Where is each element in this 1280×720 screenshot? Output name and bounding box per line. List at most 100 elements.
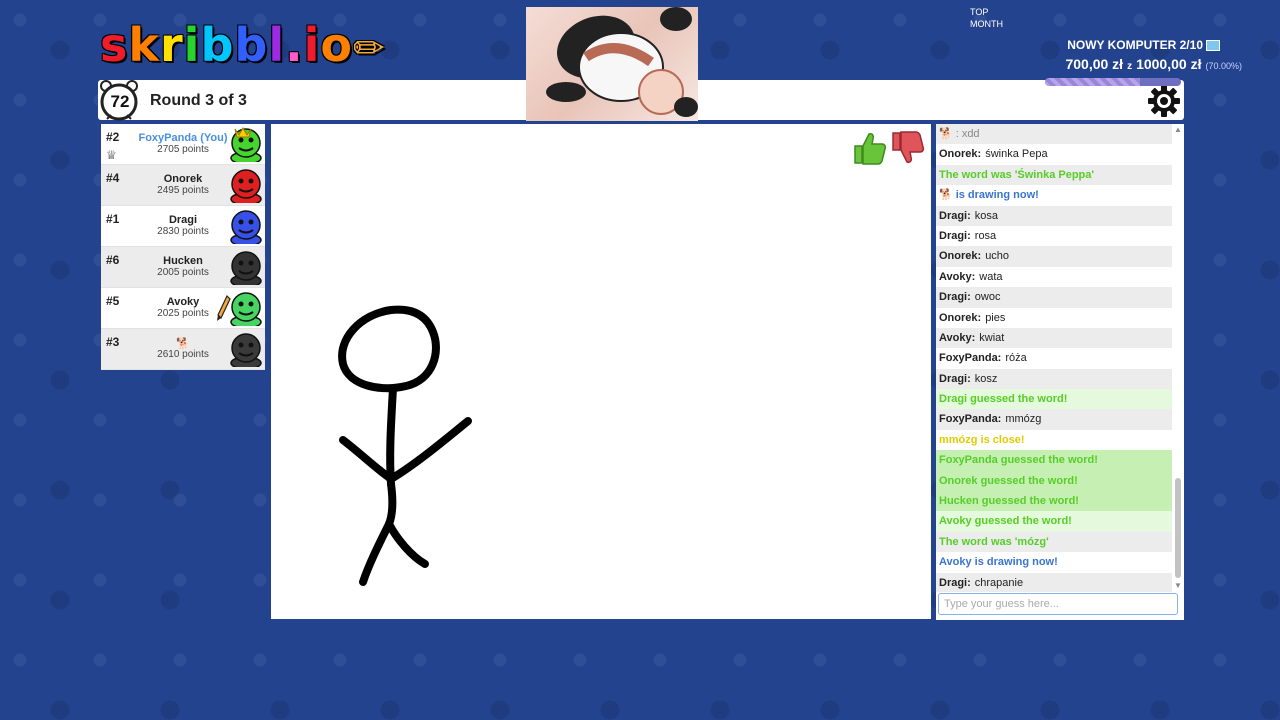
- scrollbar-thumb[interactable]: [1175, 478, 1181, 578]
- chat-text: pies: [985, 311, 1006, 324]
- chat-message: The word was 'mózg': [936, 531, 1172, 553]
- thumbs-up-icon[interactable]: [851, 130, 887, 166]
- chat-author: Dragi:: [939, 209, 971, 222]
- chat-message: Avoky: kwiat: [936, 327, 1172, 349]
- player-points: 2495 points: [157, 185, 209, 196]
- chat-panel: 🐕: xdd Onorek: świnka Pepa The word was 'Św…: [936, 124, 1184, 620]
- monitor-icon: [1206, 40, 1220, 52]
- logo-letter: i: [303, 18, 321, 72]
- goal-target: 1000,00 zł: [1136, 56, 1202, 72]
- logo-letter: i: [183, 18, 201, 72]
- player-name: FoxyPanda (You): [138, 132, 228, 144]
- chat-message: Avoky is drawing now!: [936, 552, 1172, 572]
- chat-text: The word was 'mózg': [939, 535, 1049, 548]
- chat-message: FoxyPanda: mmózg: [936, 409, 1172, 430]
- chat-author: Avoky:: [939, 331, 976, 344]
- chat-author: Onorek:: [939, 250, 982, 263]
- chat-text: chrapanie: [974, 576, 1024, 589]
- streamer-webcam: [526, 7, 698, 121]
- chat-message: 🐕: xdd: [936, 124, 1172, 145]
- logo-letter: s: [100, 18, 129, 72]
- drawing-canvas[interactable]: [271, 124, 931, 619]
- player-row[interactable]: #6 Hucken 2005 points: [101, 247, 265, 288]
- chat-text: : xdd: [955, 128, 980, 140]
- player-row[interactable]: #2 ♕ FoxyPanda (You) 2705 points: [101, 124, 265, 165]
- chat-message: Dragi: rosa: [936, 226, 1172, 246]
- webcam-image: [546, 7, 698, 117]
- player-rank: #4: [106, 171, 120, 185]
- stick-figure-drawing: [338, 305, 472, 586]
- round-timer: 72: [110, 92, 130, 111]
- player-row[interactable]: #1 Dragi 2830 points: [101, 206, 265, 247]
- player-points: 2610 points: [157, 349, 209, 360]
- chat-message: Dragi: kosa: [936, 205, 1172, 226]
- chat-text: Onorek guessed the word!: [939, 474, 1078, 487]
- chat-message: Hucken guessed the word!: [936, 491, 1172, 512]
- player-rank: #3: [106, 335, 120, 349]
- donation-goal-progress-fill: [1045, 78, 1141, 86]
- chat-message: Dragi guessed the word!: [936, 389, 1172, 410]
- player-name: Onorek: [163, 173, 203, 185]
- chat-author: Avoky:: [939, 270, 976, 283]
- top-month-label: TOP MONTH: [970, 6, 1003, 30]
- player-rank: #2: [106, 130, 120, 144]
- goal-percent: (70.00%): [1205, 61, 1242, 71]
- chat-author: Dragi:: [939, 576, 971, 589]
- chat-message: Dragi: owoc: [936, 287, 1172, 308]
- chat-author: Onorek:: [939, 148, 982, 161]
- chat-message: Onorek guessed the word!: [936, 470, 1172, 492]
- player-row[interactable]: #5 Avoky 2025 points: [101, 288, 265, 329]
- logo-letter: b: [234, 18, 269, 72]
- gear-icon[interactable]: [1147, 84, 1181, 118]
- month-label: MONTH: [970, 19, 1003, 29]
- chat-author: Dragi:: [939, 372, 971, 385]
- player-name: Hucken: [163, 255, 203, 267]
- guess-input[interactable]: [938, 593, 1178, 615]
- chat-message: FoxyPanda: róża: [936, 348, 1172, 368]
- chat-text: ucho: [985, 250, 1010, 263]
- skribbl-logo: skribbl.io✏: [100, 18, 386, 72]
- chat-author: FoxyPanda:: [939, 352, 1002, 365]
- chat-text: świnka Pepa: [985, 148, 1048, 161]
- chat-message-list[interactable]: 🐕: xdd Onorek: świnka Pepa The word was 'Św…: [936, 124, 1172, 592]
- chat-message: The word was 'Świnka Peppa': [936, 164, 1172, 186]
- chat-text: FoxyPanda guessed the word!: [939, 454, 1098, 467]
- player-name: Dragi: [168, 214, 198, 226]
- player-avatar: [230, 292, 262, 326]
- chat-text: is drawing now!: [955, 189, 1039, 202]
- player-avatar: [230, 333, 262, 367]
- chat-text: The word was 'Świnka Peppa': [939, 168, 1094, 181]
- chat-author: Dragi:: [939, 229, 971, 242]
- chat-message: Avoky: wata: [936, 267, 1172, 287]
- scroll-down-icon[interactable]: ▼: [1174, 582, 1182, 590]
- room-owner-crown-icon: ♕: [106, 148, 117, 162]
- chat-message: FoxyPanda guessed the word!: [936, 450, 1172, 471]
- chat-message: mmózg is close!: [936, 430, 1172, 450]
- chat-text: Avoky is drawing now!: [939, 556, 1058, 569]
- player-list: #2 ♕ FoxyPanda (You) 2705 points #4 Onorek 249…: [101, 124, 265, 370]
- chat-message: Onorek: ucho: [936, 246, 1172, 267]
- chat-text: Dragi guessed the word!: [939, 393, 1068, 406]
- chat-text: mmózg is close!: [939, 433, 1025, 446]
- player-rank: #6: [106, 253, 120, 267]
- logo-letter: k: [128, 18, 160, 72]
- chat-message: Dragi: kosz: [936, 368, 1172, 390]
- goal-current: 700,00 zł: [1065, 56, 1124, 72]
- goal-separator: z: [1127, 61, 1133, 72]
- chat-text: kosa: [974, 209, 999, 222]
- scroll-up-icon[interactable]: ▲: [1174, 126, 1182, 134]
- player-points: 2830 points: [157, 226, 209, 237]
- player-avatar: [230, 126, 262, 162]
- player-row[interactable]: #4 Onorek 2495 points: [101, 165, 265, 206]
- player-row[interactable]: #3 🐕 2610 points: [101, 329, 265, 370]
- goal-title-text: NOWY KOMPUTER 2/10: [1067, 38, 1203, 52]
- player-points: 2705 points: [157, 144, 209, 155]
- chat-text: Hucken guessed the word!: [939, 495, 1079, 508]
- player-rank: #1: [106, 212, 120, 226]
- chat-text: kosz: [974, 372, 998, 385]
- chat-scrollbar[interactable]: ▲ ▼: [1174, 126, 1182, 590]
- thumbs-down-icon[interactable]: [889, 130, 925, 166]
- player-avatar: [230, 210, 262, 244]
- logo-letter: o: [320, 18, 353, 72]
- top-label: TOP: [970, 7, 989, 17]
